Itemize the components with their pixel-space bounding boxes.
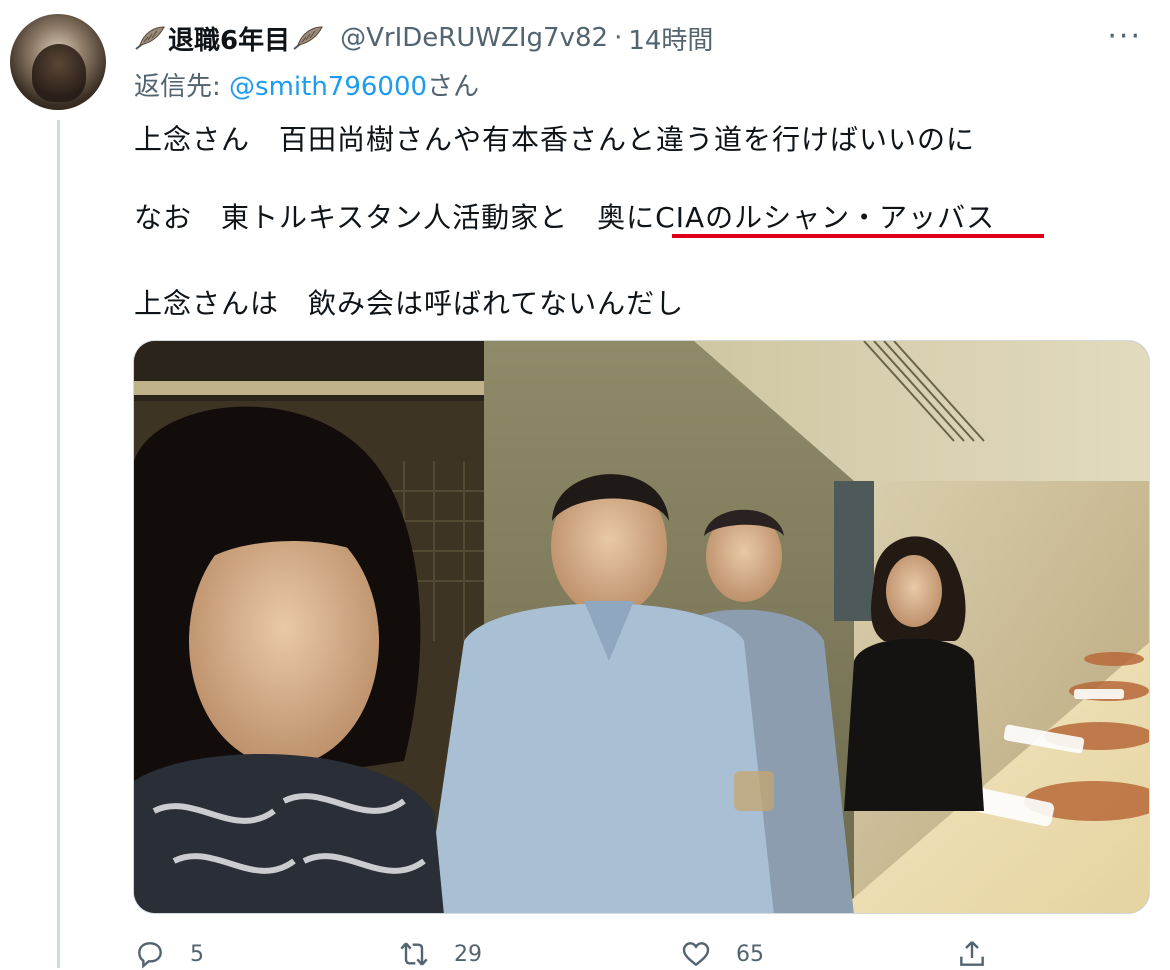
tweet-actions: 5 29 65	[134, 938, 994, 970]
tweet[interactable]: 退職6年目 @VrIDeRUWZIg7v82 · 14時間 ··· 返信先: @…	[0, 0, 1170, 970]
reply-count: 5	[190, 941, 204, 967]
tweet-header: 退職6年目 @VrIDeRUWZIg7v82 · 14時間	[134, 14, 713, 62]
avatar-image	[32, 44, 86, 102]
reply-suffix: さん	[427, 72, 480, 102]
user-handle[interactable]: @VrIDeRUWZIg7v82	[340, 23, 608, 53]
separator: ·	[614, 23, 623, 53]
red-underline	[672, 234, 1044, 238]
feather-icon	[134, 25, 166, 51]
tweet-text-line: なお 東トルキスタン人活動家と 奥にCIAのルシャン・アッバス	[134, 201, 996, 234]
reply-to: 返信先: @smith796000さん	[134, 66, 479, 103]
tweet-text-line: 上念さんは 飲み会は呼ばれてないんだし	[134, 287, 685, 320]
restaurant-photo	[134, 341, 1149, 913]
retweet-count: 29	[454, 941, 482, 967]
reply-mention-link[interactable]: @smith796000	[229, 72, 427, 102]
share-icon	[960, 941, 984, 966]
like-count: 65	[736, 941, 764, 967]
retweet-button[interactable]: 29	[398, 938, 482, 970]
tweet-photo[interactable]	[133, 340, 1150, 914]
tweet-text-line: 上念さん 百田尚樹さんや有本香さんと違う道を行けばいいのに	[134, 123, 976, 156]
like-button[interactable]: 65	[680, 938, 764, 970]
retweet-icon	[400, 942, 428, 966]
feather-icon	[292, 25, 324, 51]
reply-prefix: 返信先:	[134, 72, 230, 102]
thread-line	[57, 120, 60, 968]
more-options-icon[interactable]: ···	[1107, 22, 1142, 52]
share-button[interactable]	[956, 938, 988, 970]
heart-icon	[682, 942, 710, 967]
timestamp[interactable]: 14時間	[628, 20, 713, 57]
reply-button[interactable]: 5	[134, 938, 204, 970]
display-name[interactable]: 退職6年目	[168, 20, 290, 57]
avatar[interactable]	[10, 14, 106, 110]
reply-icon	[138, 942, 162, 969]
